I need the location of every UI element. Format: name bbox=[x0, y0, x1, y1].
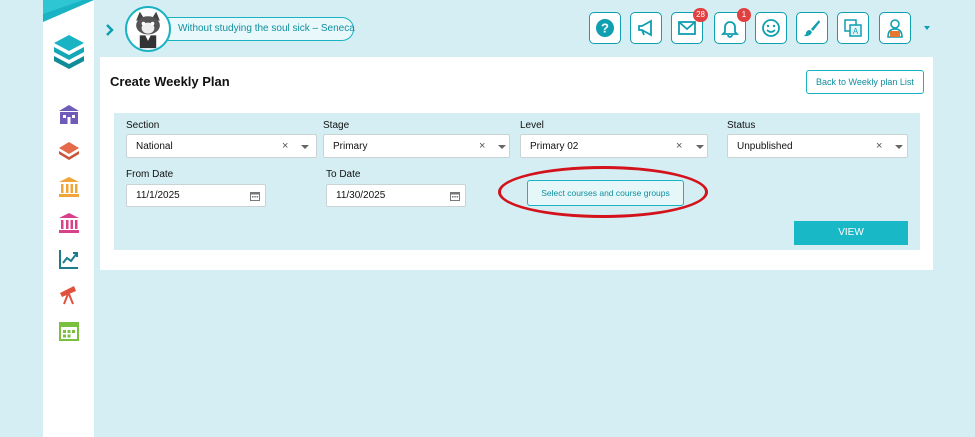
to-date-input[interactable]: 11/30/2025 bbox=[326, 184, 466, 207]
status-dropdown-arrow-icon[interactable] bbox=[895, 145, 903, 149]
megaphone-icon bbox=[638, 19, 652, 37]
status-value: Unpublished bbox=[737, 141, 793, 152]
status-clear-icon[interactable]: × bbox=[876, 135, 882, 157]
status-label: Status bbox=[727, 120, 756, 131]
institution-icon[interactable] bbox=[57, 175, 81, 199]
announcements-button[interactable] bbox=[630, 12, 662, 44]
corner-decoration bbox=[43, 0, 94, 22]
stage-label: Stage bbox=[323, 120, 350, 131]
section-clear-icon[interactable]: × bbox=[282, 135, 288, 157]
chart-line-icon[interactable] bbox=[57, 247, 81, 271]
teacher-icon bbox=[887, 19, 903, 38]
section-dropdown-arrow-icon[interactable] bbox=[301, 145, 309, 149]
level-clear-icon[interactable]: × bbox=[676, 135, 682, 157]
back-to-weekly-plan-list-button[interactable]: Back to Weekly plan List bbox=[806, 70, 924, 94]
notifications-button[interactable]: 1 bbox=[714, 8, 751, 44]
theme-button[interactable] bbox=[796, 12, 828, 44]
svg-text:?: ? bbox=[601, 21, 609, 36]
translate-icon: A bbox=[844, 19, 862, 37]
calendar-icon[interactable] bbox=[250, 191, 260, 201]
svg-text:A: A bbox=[853, 27, 859, 36]
quote-banner: Without studying the soul sick – Seneca bbox=[165, 17, 355, 41]
level-dropdown-arrow-icon[interactable] bbox=[696, 145, 704, 149]
institution-icon[interactable] bbox=[57, 211, 81, 235]
to-date-label: To Date bbox=[326, 169, 361, 180]
feedback-button[interactable] bbox=[755, 12, 787, 44]
from-date-input[interactable]: 11/1/2025 bbox=[126, 184, 266, 207]
messages-badge: 28 bbox=[693, 8, 708, 22]
from-date-label: From Date bbox=[126, 169, 174, 180]
help-button[interactable]: ? bbox=[589, 12, 621, 44]
stage-select[interactable]: Primary × bbox=[323, 134, 510, 158]
filter-form: Section National × Stage Primary × Level… bbox=[114, 113, 920, 250]
messages-button[interactable]: 28 bbox=[671, 8, 708, 44]
fox-mascot-icon bbox=[136, 11, 160, 49]
layers-icon[interactable] bbox=[57, 139, 81, 163]
notifications-badge: 1 bbox=[737, 8, 751, 22]
section-label: Section bbox=[126, 120, 160, 131]
school-building-icon[interactable] bbox=[57, 103, 81, 127]
sidebar-toggle-chevron-icon[interactable] bbox=[104, 20, 116, 40]
envelope-icon bbox=[678, 21, 696, 35]
stage-value: Primary bbox=[333, 141, 368, 152]
user-avatar[interactable] bbox=[125, 6, 171, 52]
stage-dropdown-arrow-icon[interactable] bbox=[498, 145, 506, 149]
level-select[interactable]: Primary 02 × bbox=[520, 134, 708, 158]
bell-icon bbox=[720, 21, 740, 38]
level-value: Primary 02 bbox=[530, 141, 579, 152]
stage-clear-icon[interactable]: × bbox=[479, 135, 485, 157]
level-label: Level bbox=[520, 120, 544, 131]
smiley-icon bbox=[762, 19, 780, 37]
select-courses-button[interactable]: Select courses and course groups bbox=[527, 180, 684, 206]
calendar-icon[interactable] bbox=[57, 319, 81, 343]
profile-dropdown-caret-icon[interactable] bbox=[922, 24, 932, 32]
telescope-icon[interactable] bbox=[57, 283, 81, 307]
app-logo-icon[interactable] bbox=[52, 33, 86, 71]
left-strip bbox=[0, 0, 43, 437]
profile-button[interactable] bbox=[879, 12, 911, 44]
page-title: Create Weekly Plan bbox=[110, 74, 230, 89]
section-select[interactable]: National × bbox=[126, 134, 317, 158]
section-value: National bbox=[136, 141, 173, 152]
status-select[interactable]: Unpublished × bbox=[727, 134, 908, 158]
language-button[interactable]: A bbox=[837, 12, 869, 44]
create-weekly-plan-panel: Create Weekly Plan Back to Weekly plan L… bbox=[100, 57, 933, 270]
calendar-icon[interactable] bbox=[450, 191, 460, 201]
paintbrush-icon bbox=[804, 20, 820, 37]
question-icon: ? bbox=[596, 19, 614, 37]
sidebar bbox=[43, 0, 94, 437]
from-date-value: 11/1/2025 bbox=[136, 190, 180, 201]
view-button[interactable]: VIEW bbox=[794, 221, 908, 245]
to-date-value: 11/30/2025 bbox=[336, 190, 386, 201]
